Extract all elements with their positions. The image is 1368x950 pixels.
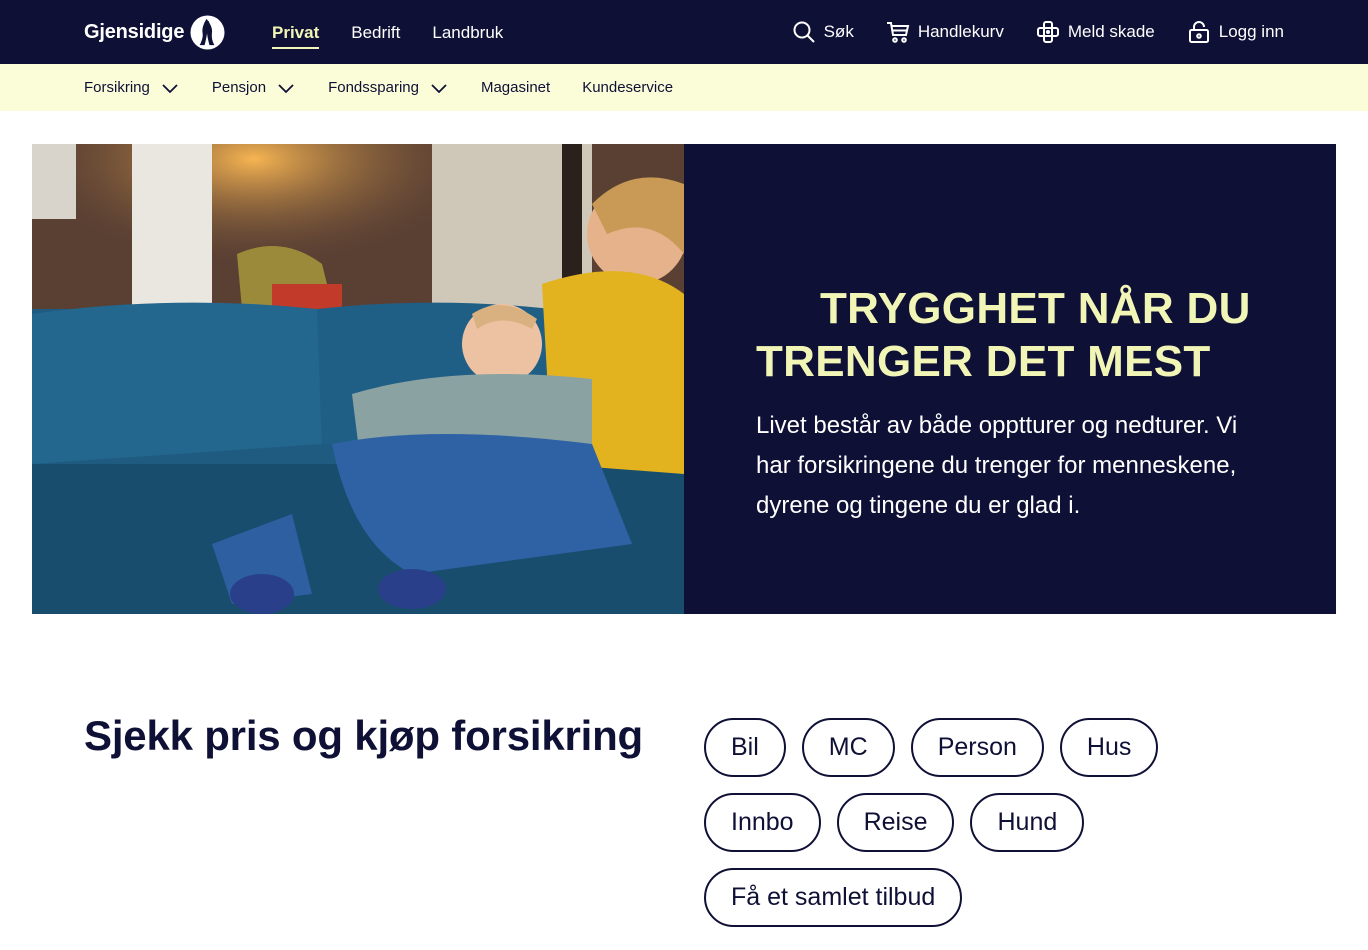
chip-bil[interactable]: Bil bbox=[704, 718, 786, 777]
lock-icon bbox=[1188, 21, 1209, 43]
header-tools: Søk Handlekurv Meld skade Logg inn bbox=[792, 0, 1284, 64]
quote-section-title: Sjekk pris og kjøp forsikring bbox=[84, 712, 644, 759]
chevron-down-icon bbox=[162, 83, 178, 93]
subnav-item-kundeservice[interactable]: Kundeservice bbox=[582, 79, 673, 96]
subnav-item-magasinet[interactable]: Magasinet bbox=[481, 79, 550, 96]
brand-name: Gjensidige bbox=[84, 20, 185, 43]
search-button[interactable]: Søk bbox=[792, 20, 854, 44]
subnav-item-fondssparing[interactable]: Fondssparing bbox=[328, 78, 449, 98]
chip-row: Få et samlet tilbud bbox=[704, 868, 1304, 927]
login-label: Logg inn bbox=[1218, 22, 1284, 41]
hero-image bbox=[32, 144, 684, 614]
report-damage-button[interactable]: Meld skade bbox=[1036, 20, 1155, 44]
chevron-down-icon bbox=[278, 83, 294, 93]
brand-logo[interactable]: Gjensidige bbox=[84, 14, 225, 50]
chip-hund[interactable]: Hund bbox=[970, 793, 1085, 852]
chip-mc[interactable]: MC bbox=[801, 718, 895, 777]
subnav-label: Magasinet bbox=[480, 79, 551, 96]
subnav-label: Pensjon bbox=[211, 79, 267, 96]
cart-button[interactable]: Handlekurv bbox=[886, 20, 1004, 44]
hero-banner: TRYGGHET NÅR DU TRENGER DET MEST Livet b… bbox=[32, 144, 1336, 614]
report-damage-label: Meld skade bbox=[1067, 22, 1155, 41]
top-bar: Gjensidige Privat Bedrift Landbruk Søk H… bbox=[0, 0, 1368, 64]
segment-nav: Privat Bedrift Landbruk bbox=[272, 0, 503, 64]
cart-icon bbox=[886, 22, 910, 43]
subnav-item-pensjon[interactable]: Pensjon bbox=[212, 78, 296, 98]
subnav-label: Forsikring bbox=[84, 79, 150, 96]
subnav-label: Kundeservice bbox=[582, 79, 674, 96]
search-icon bbox=[793, 21, 815, 43]
login-button[interactable]: Logg inn bbox=[1187, 20, 1284, 44]
hero-title: TRYGGHET NÅR DU TRENGER DET MEST bbox=[756, 282, 1276, 388]
chip-person[interactable]: Person bbox=[910, 718, 1044, 777]
children-on-sofa-photo bbox=[32, 144, 684, 614]
search-label: Søk bbox=[823, 22, 854, 41]
segment-privat[interactable]: Privat bbox=[272, 22, 320, 49]
chip-row: Innbo Reise Hund bbox=[704, 793, 1304, 852]
insurance-chip-group: Bil MC Person Hus Innbo Reise Hund Få et… bbox=[704, 718, 1304, 943]
cart-label: Handlekurv bbox=[917, 22, 1004, 41]
hero-title-line2: TRENGER DET MEST bbox=[756, 337, 1211, 386]
segment-bedrift[interactable]: Bedrift bbox=[351, 22, 400, 43]
chip-hus[interactable]: Hus bbox=[1059, 718, 1159, 777]
hero-text-panel: TRYGGHET NÅR DU TRENGER DET MEST Livet b… bbox=[684, 144, 1336, 614]
bandage-icon bbox=[1036, 21, 1059, 43]
chip-combined-offer[interactable]: Få et samlet tilbud bbox=[704, 868, 963, 927]
chevron-down-icon bbox=[431, 83, 447, 93]
subnav-label: Fondssparing bbox=[328, 79, 419, 96]
gjensidige-logo-icon bbox=[190, 14, 225, 50]
hero-title-line1: TRYGGHET NÅR DU bbox=[820, 284, 1251, 333]
hero-description: Livet består av både opptturer og nedtur… bbox=[756, 412, 1238, 519]
subnav-item-forsikring[interactable]: Forsikring bbox=[84, 78, 180, 98]
segment-landbruk[interactable]: Landbruk bbox=[432, 22, 503, 43]
chip-reise[interactable]: Reise bbox=[836, 793, 955, 852]
chip-innbo[interactable]: Innbo bbox=[704, 793, 821, 852]
sub-nav: Forsikring Pensjon Fondssparing Magasine… bbox=[0, 64, 1368, 111]
chip-row: Bil MC Person Hus bbox=[704, 718, 1304, 777]
